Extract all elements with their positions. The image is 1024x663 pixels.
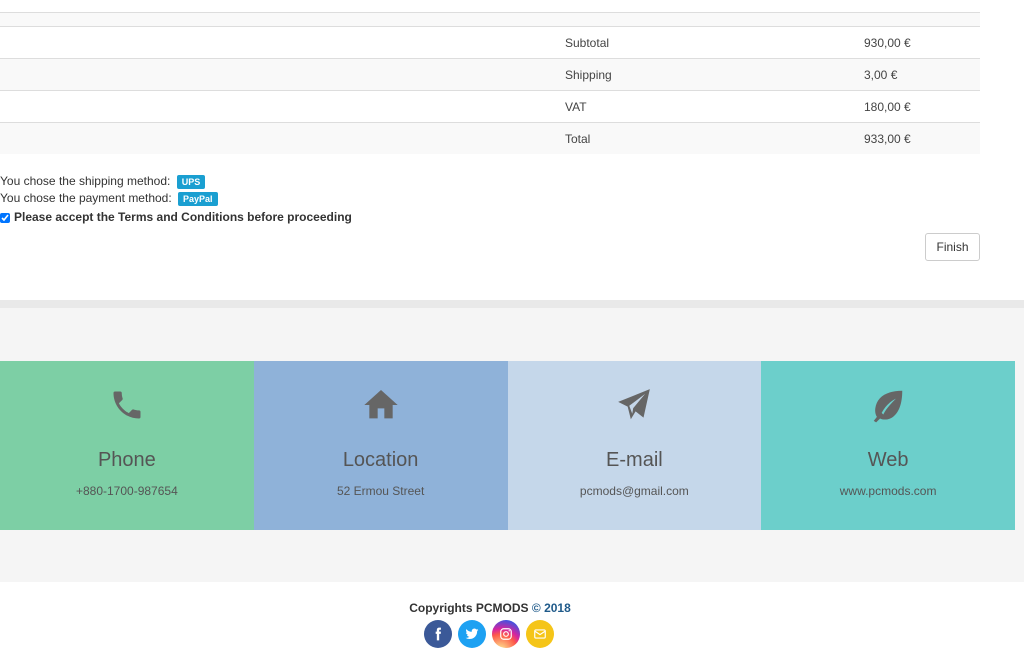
copyright: Copyrights PCMODS © 2018 [0, 601, 980, 615]
shipping-method-badge: UPS [176, 174, 206, 189]
table-row: Shipping 3,00 € [0, 58, 980, 90]
contact-value-phone: +880-1700-987654 [75, 484, 178, 498]
checkout-summary: You chose the shipping method: UPS You c… [0, 173, 352, 226]
social-links [424, 620, 554, 648]
instagram-icon[interactable] [492, 620, 520, 648]
subtotal-label: Subtotal [565, 35, 610, 50]
contact-card-phone: Phone +880-1700-987654 [0, 361, 254, 530]
shipping-method-line: You chose the shipping method: UPS [0, 173, 352, 190]
shipping-value: 3,00 € [864, 67, 898, 82]
terms-row[interactable]: Please accept the Terms and Conditions b… [0, 209, 352, 226]
mail-icon[interactable] [526, 620, 554, 648]
home-icon [361, 385, 401, 425]
shipping-method-text: You chose the shipping method: [0, 174, 171, 188]
table-header-spacer [0, 12, 980, 26]
copyright-symbol: © [531, 601, 541, 615]
payment-method-text: You chose the payment method: [0, 191, 172, 205]
contact-value-email: pcmods@gmail.com [579, 484, 689, 498]
contact-card-location: Location 52 Ermou Street [253, 361, 508, 530]
contact-value-web: www.pcmods.com [839, 484, 937, 498]
total-value: 933,00 € [864, 131, 911, 146]
section-divider [0, 300, 1024, 308]
table-row: VAT 180,00 € [0, 90, 980, 122]
table-row: Total 933,00 € [0, 122, 980, 154]
contact-title-email: E-mail [606, 449, 663, 471]
copyright-year: 2018 [544, 601, 571, 615]
contact-value-location: 52 Ermou Street [336, 484, 425, 498]
paper-plane-icon [614, 385, 654, 425]
total-label: Total [565, 131, 591, 146]
vat-label: VAT [565, 99, 587, 114]
finish-button[interactable]: Finish [925, 233, 980, 261]
table-row: Subtotal 930,00 € [0, 26, 980, 58]
phone-icon [107, 385, 147, 425]
facebook-icon[interactable] [424, 620, 452, 648]
payment-method-line: You chose the payment method: PayPal [0, 190, 352, 207]
leaf-icon [868, 385, 908, 425]
contact-title-phone: Phone [97, 449, 156, 471]
payment-method-badge: PayPal [178, 191, 218, 206]
contact-title-web: Web [867, 449, 909, 471]
twitter-icon[interactable] [458, 620, 486, 648]
terms-label: Please accept the Terms and Conditions b… [14, 210, 352, 224]
subtotal-value: 930,00 € [864, 35, 911, 50]
shipping-label: Shipping [565, 67, 612, 82]
contact-card-email: E-mail pcmods@gmail.com [507, 361, 762, 530]
totals-table: Subtotal 930,00 € Shipping 3,00 € VAT 18… [0, 0, 980, 154]
checkout-page: Subtotal 930,00 € Shipping 3,00 € VAT 18… [0, 0, 1024, 663]
contact-title-location: Location [342, 449, 419, 471]
vat-value: 180,00 € [864, 99, 911, 114]
contact-cards: Phone +880-1700-987654 Location 52 Ermou… [0, 361, 1015, 530]
contact-card-web: Web www.pcmods.com [761, 361, 1015, 530]
terms-checkbox[interactable] [0, 212, 10, 223]
copyright-text: Copyrights PCMODS [409, 601, 529, 615]
